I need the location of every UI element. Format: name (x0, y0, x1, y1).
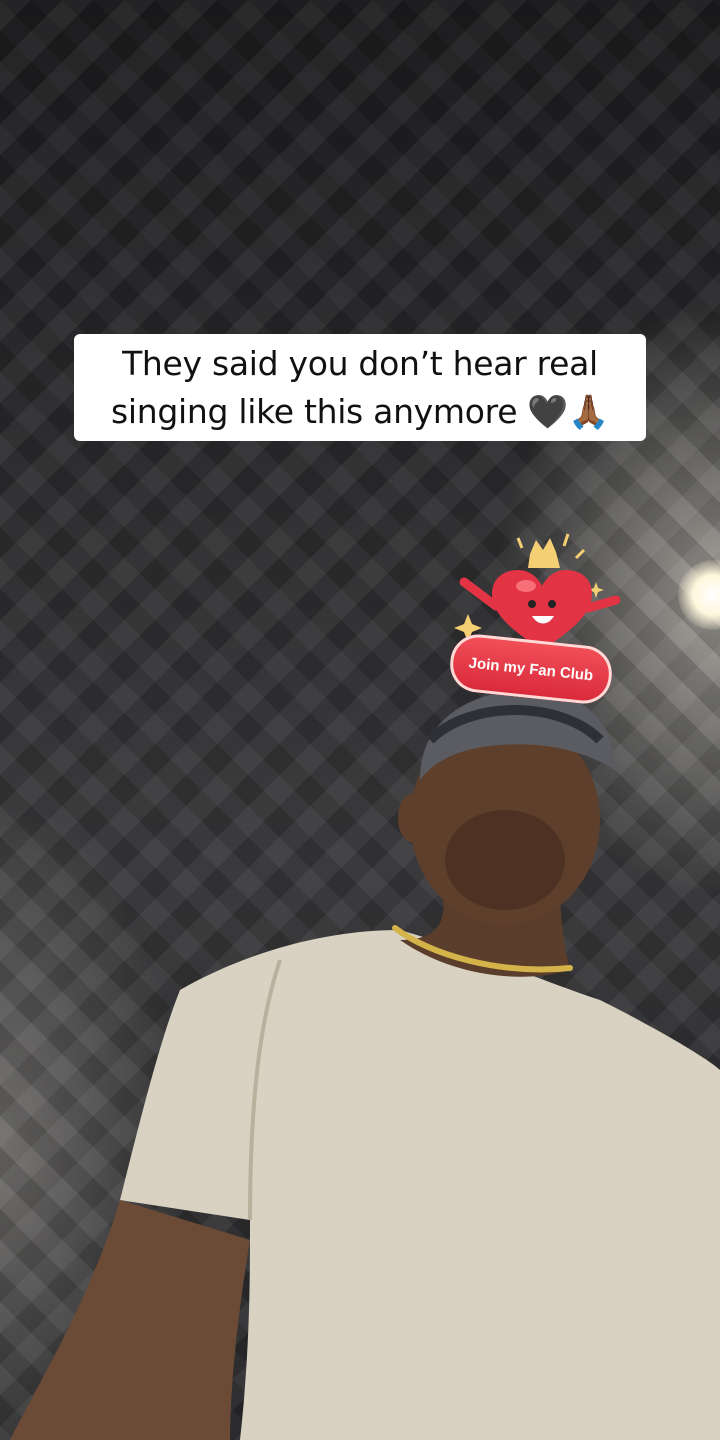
caption-text: They said you don’t hear real singing li… (111, 343, 609, 431)
video-caption: They said you don’t hear real singing li… (74, 334, 646, 441)
join-fan-club-label: Join my Fan Club (467, 654, 595, 684)
video-subject (10, 690, 720, 1440)
fan-club-sticker[interactable]: Join my Fan Club (447, 528, 624, 708)
video-frame[interactable]: They said you don’t hear real singing li… (0, 0, 720, 1440)
